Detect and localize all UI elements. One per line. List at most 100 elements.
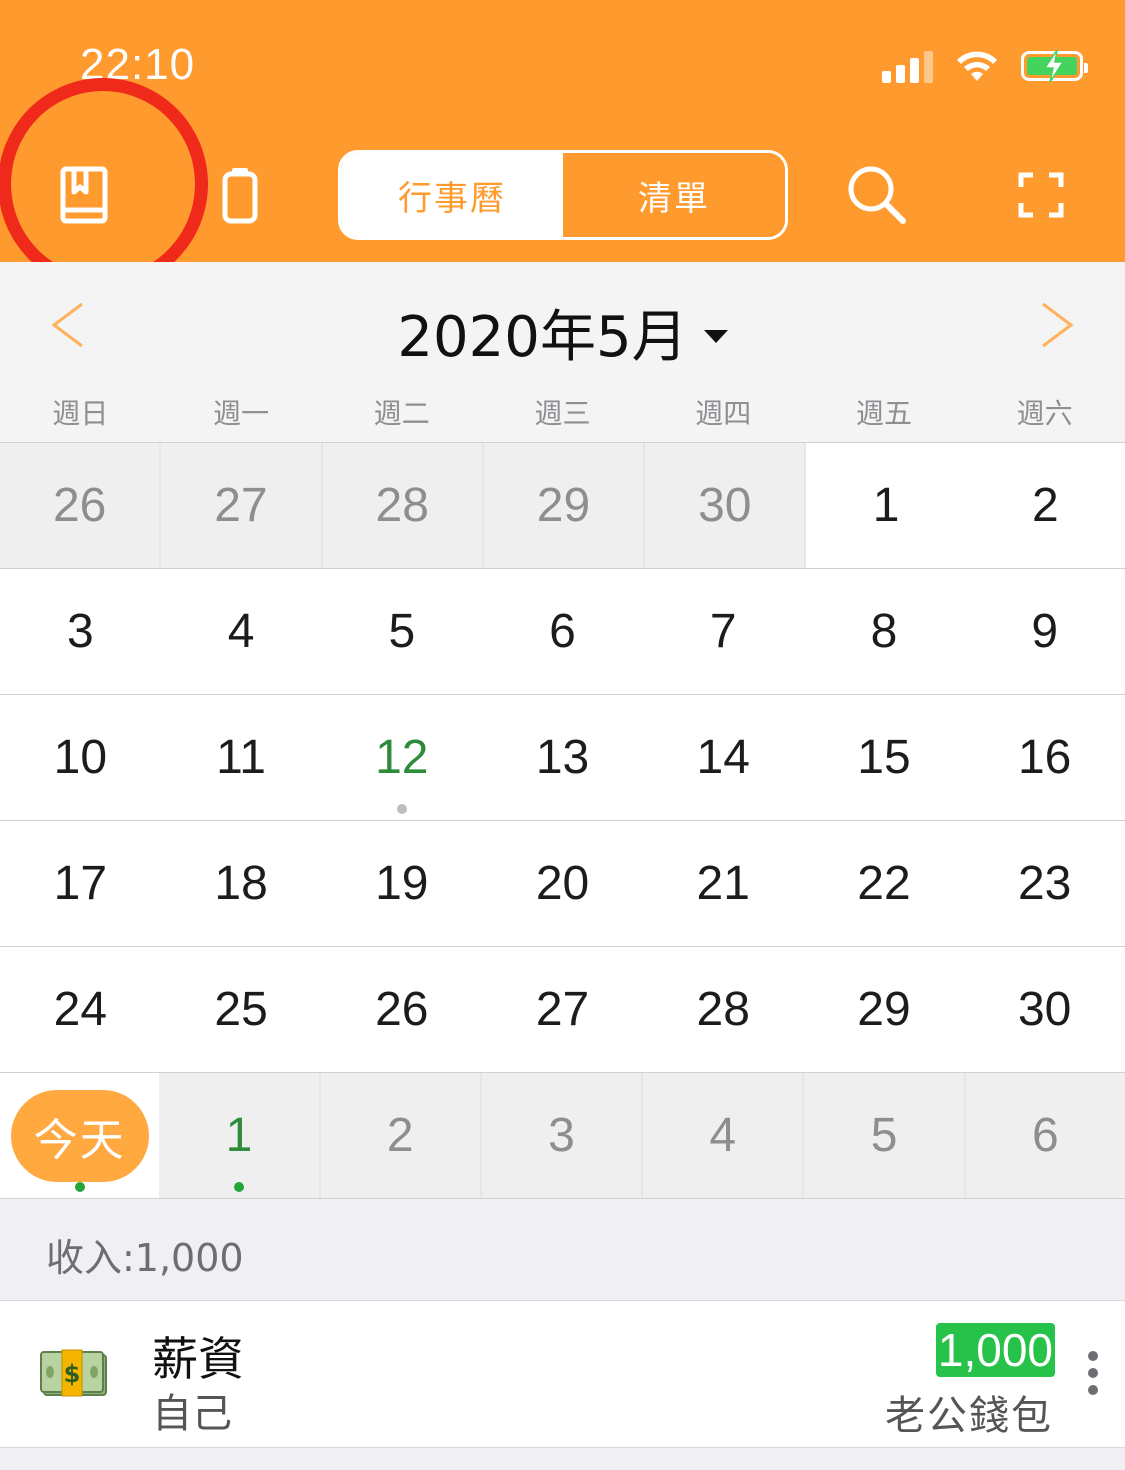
calendar-day[interactable]: 30 xyxy=(964,947,1125,1072)
wallet-icon xyxy=(222,168,258,224)
app-header: 22:10 行事曆 清單 xyxy=(0,0,1125,262)
calendar-day[interactable]: 1 xyxy=(159,1073,321,1198)
tab-calendar[interactable]: 行事曆 xyxy=(341,153,563,237)
calendar-day[interactable]: 8 xyxy=(804,569,965,694)
calendar-day[interactable]: 25 xyxy=(161,947,322,1072)
calendar-day[interactable]: 27 xyxy=(161,443,323,568)
day-number: 3 xyxy=(548,1109,575,1162)
calendar-day[interactable]: 26 xyxy=(321,947,482,1072)
calendar-day[interactable]: 20 xyxy=(482,821,643,946)
wallet-button[interactable] xyxy=(208,150,272,240)
weekday-label: 週六 xyxy=(1016,397,1073,430)
day-number: 6 xyxy=(549,605,576,658)
calendar-day[interactable]: 28 xyxy=(322,443,484,568)
calendar-day[interactable]: 15 xyxy=(804,695,965,820)
day-number: 11 xyxy=(216,731,266,784)
calendar-day[interactable]: 28 xyxy=(643,947,804,1072)
day-number: 17 xyxy=(53,857,108,910)
weekday-label: 週四 xyxy=(695,397,752,430)
calendar-day[interactable]: 23 xyxy=(964,821,1125,946)
calendar-day[interactable]: 2 xyxy=(320,1073,482,1198)
book-icon xyxy=(60,166,108,224)
fullscreen-button[interactable] xyxy=(996,150,1086,240)
calendar-day[interactable]: 14 xyxy=(643,695,804,820)
day-number: 30 xyxy=(1017,983,1072,1036)
day-number: 9 xyxy=(1031,605,1059,658)
weekday-label: 週五 xyxy=(855,397,912,430)
today-button[interactable]: 今天 xyxy=(0,1073,160,1198)
tab-list[interactable]: 清單 xyxy=(563,153,785,237)
day-number: 15 xyxy=(857,731,911,784)
day-number: 19 xyxy=(375,857,429,910)
calendar-day[interactable]: 6 xyxy=(482,569,643,694)
day-number: 25 xyxy=(214,983,268,1036)
calendar-day[interactable]: 17 xyxy=(0,821,161,946)
day-summary: 收入:1,000 xyxy=(0,1198,1125,1300)
calendar-day[interactable]: 11 xyxy=(161,695,322,820)
calendar-day[interactable]: 27 xyxy=(482,947,643,1072)
entry-account: 老公錢包 xyxy=(885,1393,1053,1439)
day-number: 18 xyxy=(214,857,268,910)
weekday-label: 週三 xyxy=(534,397,591,430)
day-number: 4 xyxy=(709,1109,737,1162)
today-label: 今天 xyxy=(10,1089,149,1182)
day-number: 8 xyxy=(870,605,898,658)
day-number: 1 xyxy=(872,479,900,532)
month-title[interactable]: 2020年5月 xyxy=(0,292,1125,373)
day-number: 13 xyxy=(535,731,590,784)
status-time: 22:10 xyxy=(80,40,196,89)
cellular-signal-icon xyxy=(882,49,933,83)
calendar-day[interactable]: 2 xyxy=(966,443,1125,568)
calendar-day[interactable]: 24 xyxy=(0,947,161,1072)
transaction-row[interactable]: $ 薪資 自己 1,000 老公錢包 xyxy=(0,1300,1125,1448)
calendar-day[interactable]: 3 xyxy=(481,1073,644,1198)
calendar-day[interactable]: 1 xyxy=(806,443,965,568)
calendar-week-row: 3 4 5 6 7 8 9 xyxy=(0,568,1125,694)
weekday-label: 週一 xyxy=(213,397,270,430)
calendar-day[interactable]: 4 xyxy=(643,1073,805,1198)
more-vertical-icon[interactable] xyxy=(1085,1351,1101,1395)
day-number: 5 xyxy=(388,605,416,658)
entry-amount: 1,000 xyxy=(935,1323,1055,1377)
calendar-day[interactable]: 18 xyxy=(161,821,322,946)
calendar-day[interactable]: 5 xyxy=(321,569,482,694)
calendar-day[interactable]: 5 xyxy=(804,1073,966,1198)
calendar-day[interactable]: 12 xyxy=(321,695,482,820)
calendar-day[interactable]: 7 xyxy=(643,569,804,694)
fullscreen-icon xyxy=(1018,172,1064,218)
status-indicators xyxy=(882,46,1088,86)
weekday-header: 週日 週一 週二 週三 週四 週五 週六 xyxy=(0,392,1125,432)
book-button[interactable] xyxy=(44,150,124,240)
calendar-day[interactable]: 16 xyxy=(964,695,1125,820)
calendar-week-row: 26 27 28 29 30 1 2 xyxy=(0,442,1125,568)
calendar-day[interactable]: 13 xyxy=(482,695,643,820)
day-number: 28 xyxy=(696,983,750,1036)
view-segmented-control: 行事曆 清單 xyxy=(338,150,788,240)
calendar-day[interactable]: 29 xyxy=(804,947,965,1072)
day-number: 27 xyxy=(214,479,268,532)
calendar-day[interactable]: 30 xyxy=(645,443,807,568)
calendar-day[interactable]: 4 xyxy=(161,569,322,694)
day-number: 7 xyxy=(709,605,737,658)
day-number: 2 xyxy=(386,1109,414,1162)
calendar-day[interactable]: 22 xyxy=(804,821,965,946)
calendar-day[interactable]: 21 xyxy=(643,821,804,946)
search-button[interactable] xyxy=(832,150,922,240)
day-number: 6 xyxy=(1031,1109,1059,1162)
wifi-icon xyxy=(957,51,997,81)
event-dot-indicator xyxy=(233,1182,244,1192)
calendar-day[interactable]: 19 xyxy=(321,821,482,946)
event-dot-indicator xyxy=(74,1182,85,1192)
charging-bolt-icon xyxy=(1043,49,1065,83)
day-number: 21 xyxy=(696,857,750,910)
calendar-day[interactable]: 6 xyxy=(965,1073,1125,1198)
calendar-week-row: 10 11 12 13 14 15 16 xyxy=(0,694,1125,820)
calendar-day[interactable]: 9 xyxy=(964,569,1125,694)
calendar-day[interactable]: 10 xyxy=(0,695,161,820)
calendar-day[interactable]: 3 xyxy=(0,569,161,694)
chevron-right-icon[interactable] xyxy=(1037,300,1077,350)
day-number: 28 xyxy=(375,479,429,532)
event-dot-indicator xyxy=(396,804,407,814)
calendar-day[interactable]: 26 xyxy=(0,443,162,568)
calendar-day[interactable]: 29 xyxy=(483,443,646,568)
